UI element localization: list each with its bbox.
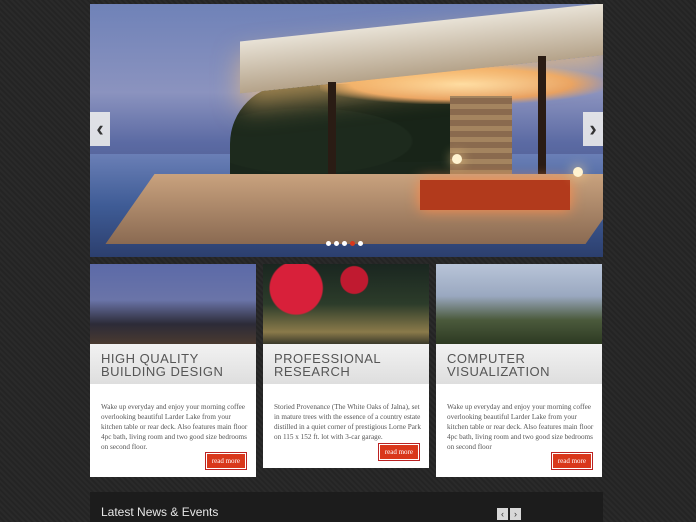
- slider-next-button[interactable]: ›: [583, 112, 603, 146]
- card-image: [90, 264, 256, 344]
- card-title: COMPUTER VISUALIZATION: [447, 351, 551, 379]
- slider-dot-4[interactable]: [350, 241, 355, 246]
- slider-pagination: [326, 241, 363, 246]
- news-prev-button[interactable]: ‹: [497, 508, 508, 520]
- read-more-button[interactable]: read more: [377, 443, 421, 461]
- slider-prev-button[interactable]: ‹: [90, 112, 110, 146]
- card-title: PROFESSIONAL RESEARCH: [274, 351, 382, 379]
- card-description: Wake up everyday and enjoy your morning …: [447, 403, 594, 451]
- card-image: [263, 264, 429, 344]
- card-description: Wake up everyday and enjoy your morning …: [101, 403, 248, 451]
- feature-card-building-design: HIGH QUALITY BUILDING DESIGN Wake up eve…: [90, 264, 256, 477]
- card-description: Storied Provenance (The White Oaks of Ja…: [274, 403, 421, 441]
- news-section: Latest News & Events ‹ ›: [90, 492, 603, 522]
- slider-dot-5[interactable]: [358, 241, 363, 246]
- feature-card-research: PROFESSIONAL RESEARCH Storied Provenance…: [263, 264, 429, 468]
- chevron-right-icon: ›: [589, 116, 597, 141]
- news-next-button[interactable]: ›: [510, 508, 521, 520]
- read-more-button[interactable]: read more: [204, 452, 248, 470]
- news-title: Latest News & Events: [101, 505, 219, 519]
- chevron-right-icon: ›: [514, 509, 517, 519]
- feature-card-visualization: COMPUTER VISUALIZATION Wake up everyday …: [436, 264, 602, 477]
- card-title: HIGH QUALITY BUILDING DESIGN: [101, 351, 224, 379]
- slider-dot-3[interactable]: [342, 241, 347, 246]
- card-image: [436, 264, 602, 344]
- chevron-left-icon: ‹: [501, 509, 504, 519]
- slider-dot-2[interactable]: [334, 241, 339, 246]
- read-more-button[interactable]: read more: [550, 452, 594, 470]
- chevron-left-icon: ‹: [96, 116, 104, 141]
- hero-slider: ‹ ›: [90, 4, 603, 257]
- slider-dot-1[interactable]: [326, 241, 331, 246]
